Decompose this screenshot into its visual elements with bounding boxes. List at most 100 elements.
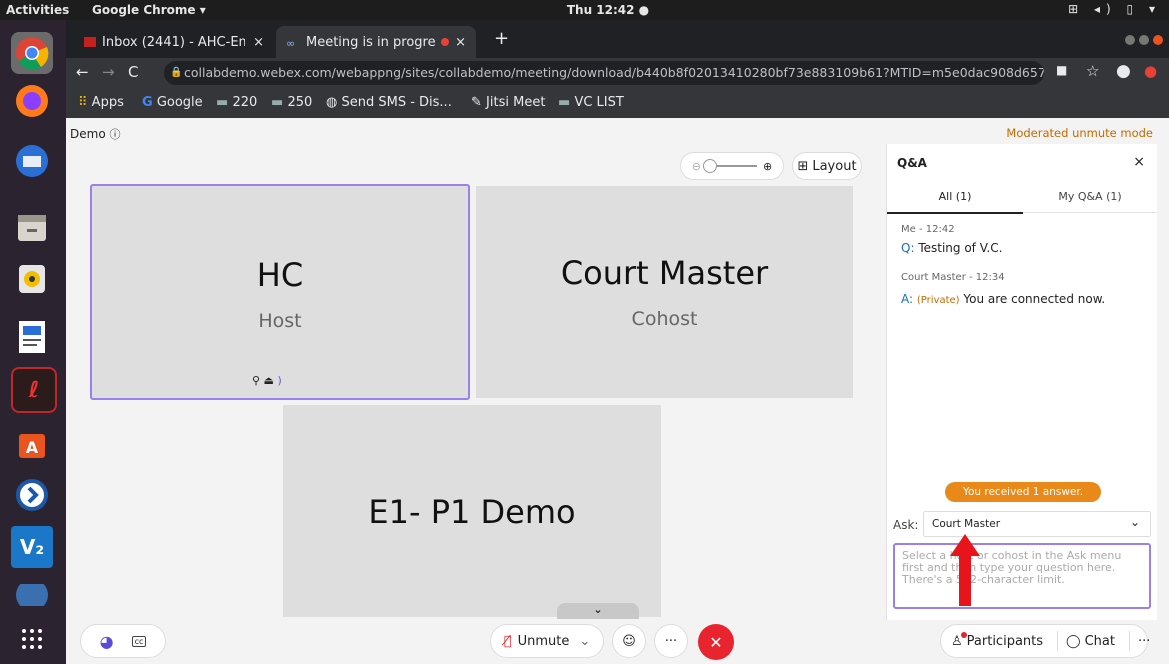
tile-status-icons: ⚲ ⏏ ) (252, 374, 282, 387)
tab-label: Inbox (2441) - AHC-Email (102, 34, 246, 50)
image-icon: ▬ (216, 95, 229, 110)
chrome-icon[interactable] (11, 32, 53, 74)
zoom-slider-handle[interactable] (703, 159, 717, 173)
participants-icon: ♙ (951, 631, 967, 649)
zoom-control[interactable]: ⊖ ⊕ (680, 152, 784, 180)
app-menu[interactable]: Google Chrome ▾ (92, 3, 206, 17)
address-bar[interactable]: 🔒 collabdemo.webex.com/webappng/sites/co… (164, 61, 1044, 85)
meeting-title[interactable]: Demo ⓘ (70, 126, 120, 142)
profile-icon[interactable]: ● (1116, 61, 1131, 81)
reload-icon[interactable]: C (128, 63, 138, 81)
panel-more-button[interactable]: ··· (1138, 634, 1150, 649)
globe-icon: ◍ (326, 95, 338, 110)
ask-select-value: Court Master (932, 518, 1001, 530)
end-meeting-button[interactable]: ✕ (698, 624, 734, 660)
recording-dot-icon (441, 38, 450, 46)
firefox-icon[interactable] (11, 80, 53, 122)
dock: ℓ A V₂ (0, 20, 66, 664)
chevron-down-icon: ⌄ (1129, 515, 1140, 529)
toolbar: ← → C 🔒 collabdemo.webex.com/webappng/si… (66, 58, 1169, 88)
camera-icon[interactable]: ■ (1056, 63, 1067, 77)
bookmark-jitsi[interactable]: ✎ Jitsi Meet (471, 95, 545, 110)
video-tile-e1-p1-demo[interactable]: E1- P1 Demo ⌄ (283, 405, 661, 619)
apps-bookmark[interactable]: ⠿ Apps (78, 95, 124, 110)
mail-favicon-icon (84, 37, 96, 47)
bookmark-vc-list[interactable]: ▬ VC LIST (558, 95, 624, 110)
expand-filmstrip-button[interactable]: ⌄ (557, 603, 639, 619)
url-text: collabdemo.webex.com/webappng/sites/coll… (184, 65, 1044, 80)
webex-favicon-icon: ∞ (286, 37, 296, 50)
info-icon[interactable]: ⓘ (109, 128, 120, 141)
more-options-button[interactable]: ··· (654, 624, 688, 658)
help-icon[interactable] (11, 584, 53, 606)
google-bookmark[interactable]: G Google (142, 95, 203, 110)
private-badge: (Private) (916, 295, 960, 306)
tab-my-qa[interactable]: My Q&A (1) (1023, 182, 1157, 213)
tab-label: Meeting is in progress (306, 34, 436, 50)
close-tab-icon[interactable]: × (253, 35, 264, 50)
bookmark-send-sms[interactable]: ◍ Send SMS - Dis... (326, 95, 452, 110)
show-apps-icon[interactable] (11, 618, 53, 660)
participant-name: E1- P1 Demo (368, 493, 576, 531)
lock-icon: 🔒 (170, 67, 183, 78)
chevron-down-icon[interactable]: ⌄ (579, 634, 590, 649)
maximize-icon[interactable] (1139, 35, 1150, 45)
left-controls: ◕ cc (80, 624, 166, 658)
tab-inbox[interactable]: Inbox (2441) - AHC-Email × (74, 26, 274, 58)
reactions-button[interactable]: ☺ (612, 624, 646, 658)
tab-strip: Inbox (2441) - AHC-Email × ∞ Meeting is … (66, 20, 1169, 58)
question-placeholder: Select a host or cohost in the Ask menu … (902, 549, 1122, 586)
captions-icon[interactable]: cc (131, 635, 147, 647)
thunderbird-icon[interactable] (11, 140, 53, 182)
entry-meta: Court Master - 12:34 (901, 272, 1005, 283)
acrobat-icon[interactable]: ℓ (11, 367, 57, 413)
chevron-down-icon: ⌄ (593, 603, 603, 616)
tab-all[interactable]: All (1) (887, 182, 1023, 214)
zoom-out-icon[interactable]: ⊖ (692, 160, 701, 173)
software-center-icon[interactable]: A (11, 423, 53, 465)
close-window-icon[interactable] (1153, 35, 1163, 45)
unmute-button[interactable]: 🎙̸ Unmute ⌄ (490, 624, 604, 658)
new-tab-button[interactable]: + (494, 28, 509, 49)
vnc-icon[interactable]: V₂ (11, 526, 53, 568)
clock[interactable]: Thu 12:42 ● (548, 3, 668, 17)
qa-title: Q&A (897, 156, 927, 170)
question-input[interactable]: Select a host or cohost in the Ask menu … (893, 543, 1151, 609)
extension-icon[interactable]: ● (1144, 62, 1157, 80)
image-icon: ▬ (558, 95, 571, 110)
anydesk-icon[interactable] (11, 474, 53, 516)
smiley-icon: ☺ (622, 633, 636, 649)
bookmark-star-icon[interactable]: ☆ (1086, 62, 1099, 80)
close-tab-icon[interactable]: × (455, 35, 466, 50)
participants-button[interactable]: Participants (967, 634, 1043, 649)
video-tile-court-master[interactable]: Court Master Cohost (476, 186, 853, 398)
window-controls (1125, 34, 1163, 48)
assistant-icon[interactable]: ◕ (100, 632, 114, 651)
right-controls: ♙ Participants ◯ Chat ··· (940, 624, 1150, 658)
close-icon: ✕ (709, 632, 723, 652)
image-icon: ▬ (271, 95, 284, 110)
files-icon[interactable] (11, 206, 53, 248)
bookmark-220[interactable]: ▬ 220 (216, 95, 257, 110)
system-tray[interactable]: ⊞ ◂) ▯ ▾ (1068, 2, 1161, 16)
layout-button[interactable]: ⊞ Layout (792, 152, 862, 180)
bookmark-250[interactable]: ▬ 250 (271, 95, 312, 110)
activities-button[interactable]: Activities (6, 3, 69, 17)
grid-icon: ⊞ (797, 158, 809, 174)
zoom-in-icon[interactable]: ⊕ (763, 160, 772, 173)
close-panel-icon[interactable]: × (1133, 154, 1145, 170)
chat-button[interactable]: Chat (1085, 634, 1115, 649)
zoom-slider[interactable] (703, 159, 757, 173)
writer-icon[interactable] (11, 316, 53, 358)
received-answer-notice[interactable]: You received 1 answer. (945, 482, 1101, 502)
back-icon[interactable]: ← (76, 63, 89, 81)
tab-meeting[interactable]: ∞ Meeting is in progress × (276, 26, 476, 58)
answer-entry: A: (Private) You are connected now. (901, 292, 1106, 306)
minimize-icon[interactable] (1125, 35, 1136, 45)
system-top-bar: Activities Google Chrome ▾ Thu 12:42 ● ⊞… (0, 0, 1169, 20)
moderated-unmute-label: Moderated unmute mode (1006, 126, 1153, 140)
forward-icon[interactable]: → (102, 63, 115, 81)
rhythmbox-icon[interactable] (11, 258, 53, 300)
participant-role: Cohost (631, 308, 698, 330)
video-tile-hc[interactable]: HC Host ⚲ ⏏ ) (90, 184, 470, 400)
